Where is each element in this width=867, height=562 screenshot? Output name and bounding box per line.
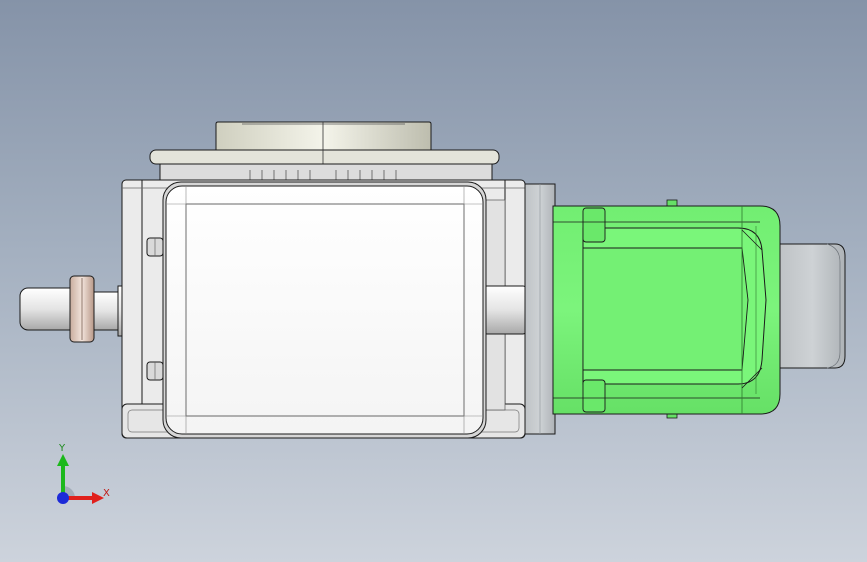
x-axis-label: X — [103, 488, 110, 499]
servo-motor[interactable] — [552, 199, 781, 419]
orientation-triad[interactable]: Y X — [48, 440, 118, 510]
y-axis-label: Y — [59, 443, 66, 454]
housing-bolt — [146, 237, 164, 257]
cad-viewport[interactable]: Y X — [0, 0, 867, 562]
z-axis-dot — [57, 492, 69, 504]
housing-bolt — [146, 361, 164, 381]
right-shaft-stub[interactable] — [483, 285, 527, 335]
front-cover[interactable] — [162, 181, 487, 439]
y-axis-arrowhead — [57, 454, 69, 466]
motor-encoder-block[interactable] — [779, 243, 846, 369]
top-output-cap[interactable] — [149, 121, 500, 183]
motor-adapter-plate[interactable] — [524, 183, 556, 435]
gearbox-motor-model[interactable] — [0, 0, 867, 562]
